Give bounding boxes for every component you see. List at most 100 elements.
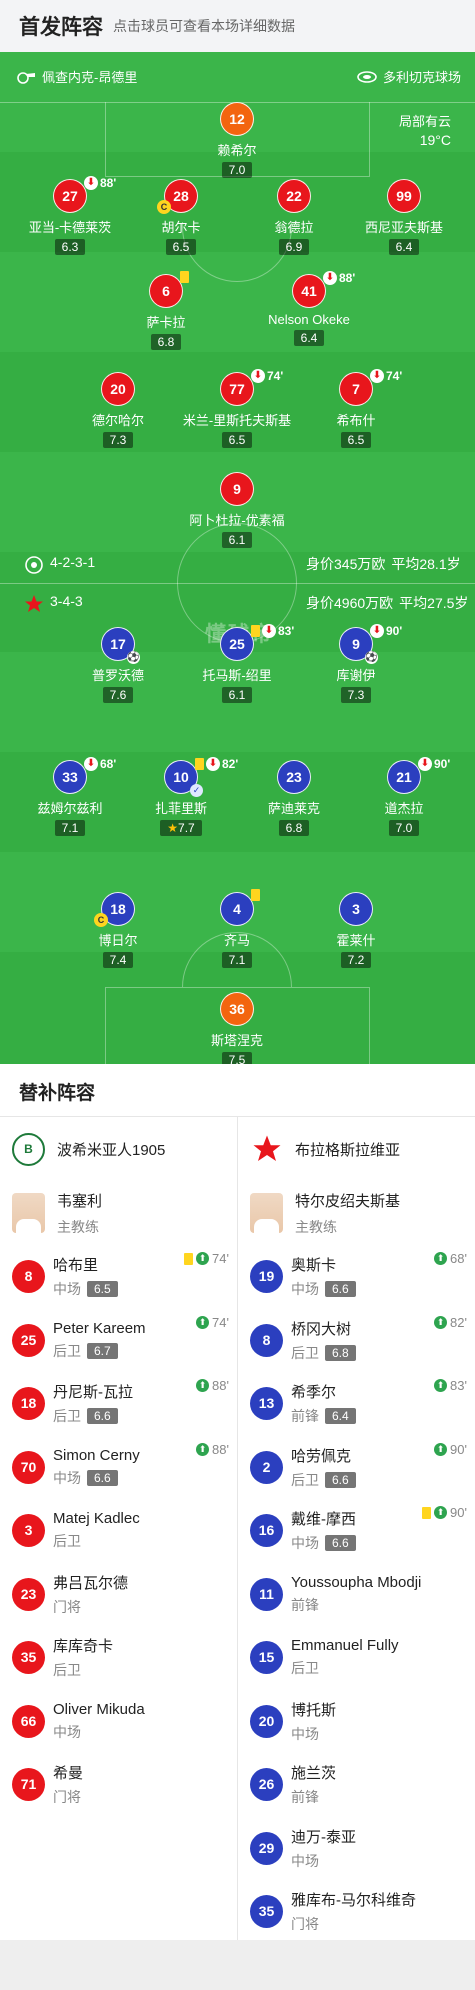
player-number: 18 [110,901,126,917]
sub-player-row[interactable]: 18 丹尼斯-瓦拉 后卫 6.6 ⬆ 88' [0,1372,237,1436]
away-player-3[interactable]: 3 霍莱什 7.2 [301,892,411,969]
player-rating: 6.5 [340,432,372,448]
home-coach[interactable]: 韦塞利 主教练 [0,1181,237,1245]
away-subs-column: 布拉格斯拉维亚 特尔皮绍夫斯基 主教练 19 奥斯卡 中场 6.6 ⬆ 68' 8 桥冈大树后… [238,1117,475,1944]
event-time: 88' [339,271,356,285]
away-player-17[interactable]: 17 ⚽ 普罗沃德 7.6 [63,627,173,704]
sub-player-row[interactable]: 8 哈布里 中场 6.5 ⬆ 74' [0,1245,237,1309]
away-team-name: 布拉格斯拉维亚 [295,1141,401,1159]
sub-in-icon: ⬆ [196,1315,210,1329]
sub-number: 20 [250,1704,283,1738]
away-player-21[interactable]: 21 ⬇ 90' 道杰拉 7.0 [349,757,459,837]
player-rating: 6.4 [293,330,325,346]
away-value-info: 身价4960万欧 平均27.5岁 [306,593,468,613]
player-rating: 6.4 [388,239,420,255]
sub-out-icon: ⬇ [370,624,384,638]
home-player-27[interactable]: 27 ⬇ 88' 亚当-卡德莱茨 6.3 [15,176,125,256]
home-player-28[interactable]: 28 C 胡尔卡 6.5 [126,179,236,256]
player-number: 41 [301,283,317,299]
sub-position: 前锋 [291,1789,319,1806]
sub-player-row[interactable]: 70 Simon Cerny 中场 6.6 ⬆ 88' [0,1436,237,1500]
player-number: 12 [220,102,254,136]
home-player-77[interactable]: 77 ⬇ 74' 米兰-里斯托夫斯基 6.5 [182,369,292,449]
player-rating: 6.9 [278,239,310,255]
sub-player-row[interactable]: 2 哈劳佩克 后卫 6.6 ⬆ 90' [238,1436,475,1500]
player-event: ⬇ 88' [323,271,355,285]
home-player-6[interactable]: 6 萨卡拉 6.8 [111,271,221,351]
captain-icon: C [157,200,171,214]
sub-player-row[interactable]: 3 Matej Kadlec 后卫 [0,1499,237,1563]
home-team-name: 波希米亚人1905 [57,1141,166,1159]
player-name: 西尼亚夫斯基 [364,220,443,235]
sub-player-row[interactable]: 29 迪万-泰亚 中场 [238,1817,475,1881]
away-player-23[interactable]: 23 萨迪莱克 6.8 [239,760,349,837]
sub-player-row[interactable]: 19 奥斯卡 中场 6.6 ⬆ 68' [238,1245,475,1309]
home-player-12[interactable]: 12 赖希尔 7.0 [182,102,292,179]
sub-player-row[interactable]: 15 Emmanuel Fully 后卫 [238,1626,475,1690]
away-player-4[interactable]: 4 齐马 7.1 [182,889,292,969]
sub-position: 中场 [291,1281,319,1298]
sub-name: Oliver Mikuda [53,1700,145,1718]
player-number: 36 [220,992,254,1026]
sub-in-icon: ⬆ [434,1315,448,1329]
sub-number: 23 [12,1577,45,1611]
player-name: 齐马 [223,933,250,948]
sub-player-row[interactable]: 35 库库奇卡 后卫 [0,1626,237,1690]
sub-player-row[interactable]: 35 雅库布-马尔科维奇 门将 [238,1880,475,1944]
away-player-36[interactable]: 36 斯塔涅克 7.5 [182,992,292,1064]
sub-player-row[interactable]: 66 Oliver Mikuda 中场 [0,1690,237,1754]
sub-player-row[interactable]: 25 Peter Kareem 后卫 6.7 ⬆ 74' [0,1309,237,1373]
away-player-25[interactable]: 25 ⬇ 83' 托马斯-绍里 6.1 [182,624,295,704]
sub-out-icon: ⬇ [370,369,384,383]
sub-position: 中场 [53,1469,81,1486]
lineup-title: 首发阵容 [19,16,103,39]
event-time: 74' [267,369,284,383]
event-time: 83' [278,624,295,638]
yellow-card-icon [422,1506,432,1519]
sub-player-row[interactable]: 23 弗吕瓦尔德 门将 [0,1563,237,1627]
sub-player-row[interactable]: 71 希曼 门将 [0,1753,237,1817]
home-player-20[interactable]: 20 德尔哈尔 7.3 [63,372,173,449]
sub-in-icon: ⬆ [434,1506,448,1519]
sub-number: 29 [250,1831,283,1865]
home-player-9[interactable]: 9 阿卜杜拉-优素福 6.1 [182,472,292,549]
sub-player-row[interactable]: 13 希季尔 前锋 6.4 ⬆ 83' [238,1372,475,1436]
player-rating: 7.5 [221,1052,253,1064]
away-player-33[interactable]: 33 ⬇ 68' 兹姆尔兹利 7.1 [15,757,125,837]
sub-out-icon: ⬇ [84,757,98,771]
sub-player-row[interactable]: 26 施兰茨 前锋 [238,1753,475,1817]
away-player-10[interactable]: 10 ⬇ 82' ✓ 扎菲里斯 ★7.7 [126,757,238,837]
away-player-18[interactable]: 18 C 博日尔 7.4 [63,892,173,969]
sub-name: Emmanuel Fully [291,1637,399,1655]
sub-player-row[interactable]: 8 桥冈大树 后卫 6.8 ⬆ 82' [238,1309,475,1373]
sub-event: ⬆ 74' [184,1251,229,1266]
event-time: 68' [450,1251,467,1266]
whistle-icon [16,70,36,84]
player-rating: 6.3 [54,239,86,255]
sub-out-icon: ⬇ [323,271,337,285]
sub-player-row[interactable]: 16 戴维-摩西 中场 6.6 ⬆ 90' [238,1499,475,1563]
player-number: 6 [162,283,170,299]
sub-player-row[interactable]: 20 博托斯 中场 [238,1690,475,1754]
sub-player-row[interactable]: 11 Youssoupha Mbodji 前锋 [238,1563,475,1627]
away-value: 身价4960万欧 [306,595,394,611]
player-event: ⬇ 68' [84,757,116,771]
event-time: 90' [434,757,451,771]
player-rating: 7.0 [388,820,420,836]
sub-position: 门将 [53,1598,81,1615]
sub-name: 丹尼斯-瓦拉 [53,1384,133,1402]
home-player-41[interactable]: 41 ⬇ 88' Nelson Okeke 6.4 [254,271,364,347]
sub-name: 奥斯卡 [291,1257,337,1275]
player-rating: 7.1 [54,820,86,836]
coach-avatar [250,1193,283,1233]
away-player-9[interactable]: 9 ⬇ 90' ⚽ 库谢伊 7.3 [301,624,411,704]
sub-position: 后卫 [53,1533,81,1550]
home-player-7[interactable]: 7 ⬇ 74' 希布什 6.5 [301,369,411,449]
sub-name: 希曼 [53,1765,84,1783]
sub-in-icon: ⬆ [434,1252,448,1265]
sub-number: 66 [12,1704,45,1738]
away-avg-age: 平均27.5岁 [399,595,469,611]
home-player-22[interactable]: 22 翁德拉 6.9 [239,179,349,256]
home-player-99[interactable]: 99 西尼亚夫斯基 6.4 [349,179,459,256]
away-coach[interactable]: 特尔皮绍夫斯基 主教练 [238,1181,475,1245]
